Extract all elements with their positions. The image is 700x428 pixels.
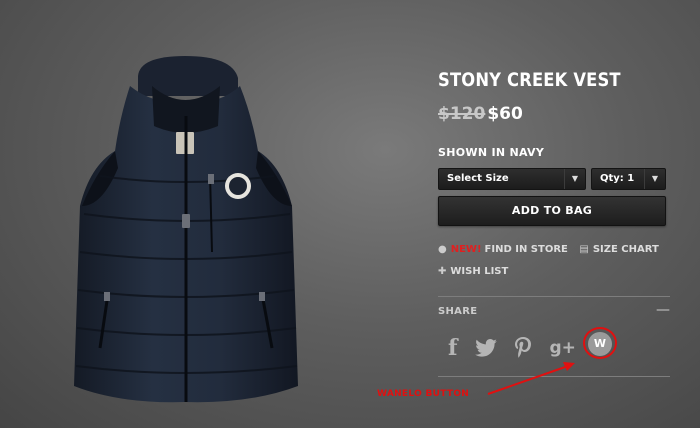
chevron-down-icon: ▼ (564, 169, 585, 189)
new-badge: NEW! (450, 244, 482, 255)
wanelo-icon[interactable]: W (588, 332, 612, 356)
map-pin-icon: ● (438, 244, 447, 255)
size-select-label: Select Size (447, 173, 509, 184)
price-row: $120 $60 (438, 104, 523, 124)
product-image (60, 56, 350, 414)
plus-icon: ✚ (438, 266, 447, 277)
color-label: SHOWN IN NAVY (438, 146, 545, 159)
add-to-bag-button[interactable]: ADD TO BAG (438, 196, 666, 226)
divider (438, 376, 670, 377)
wish-list-label: WISH LIST (450, 266, 509, 277)
divider (438, 296, 670, 297)
facebook-icon[interactable]: f (448, 335, 457, 361)
size-chart-link[interactable]: ▤ SIZE CHART (579, 244, 658, 255)
quantity-select-label: Qty: 1 (600, 173, 635, 184)
pinterest-icon[interactable] (515, 337, 532, 359)
product-details: STONY CREEK VEST $120 $60 SHOWN IN NAVY S… (438, 66, 670, 377)
share-collapse-toggle[interactable]: — (656, 302, 670, 318)
product-title: STONY CREEK VEST (438, 69, 621, 91)
chevron-down-icon: ▼ (644, 169, 665, 189)
find-in-store-link[interactable]: ● NEW! FIND IN STORE (438, 244, 568, 255)
sale-price: $60 (487, 104, 523, 124)
store-links: ● NEW! FIND IN STORE ▤ SIZE CHART (438, 244, 659, 255)
original-price: $120 (438, 104, 486, 124)
google-plus-icon[interactable]: g+ (549, 338, 575, 358)
vest-illustration (74, 56, 298, 403)
ruler-icon: ▤ (579, 244, 589, 255)
social-share-buttons: f g+ (448, 334, 594, 362)
size-chart-label: SIZE CHART (592, 244, 659, 255)
wanelo-button-wrapper: W (583, 327, 619, 359)
size-select[interactable]: Select Size ▼ (438, 168, 586, 190)
find-in-store-label: FIND IN STORE (484, 244, 568, 255)
wish-list-link[interactable]: ✚ WISH LIST (438, 266, 508, 277)
twitter-icon[interactable] (475, 339, 498, 357)
quantity-select[interactable]: Qty: 1 ▼ (591, 168, 666, 190)
annotation-label: WANELO BUTTON (377, 389, 470, 399)
share-heading: SHARE (438, 306, 478, 317)
